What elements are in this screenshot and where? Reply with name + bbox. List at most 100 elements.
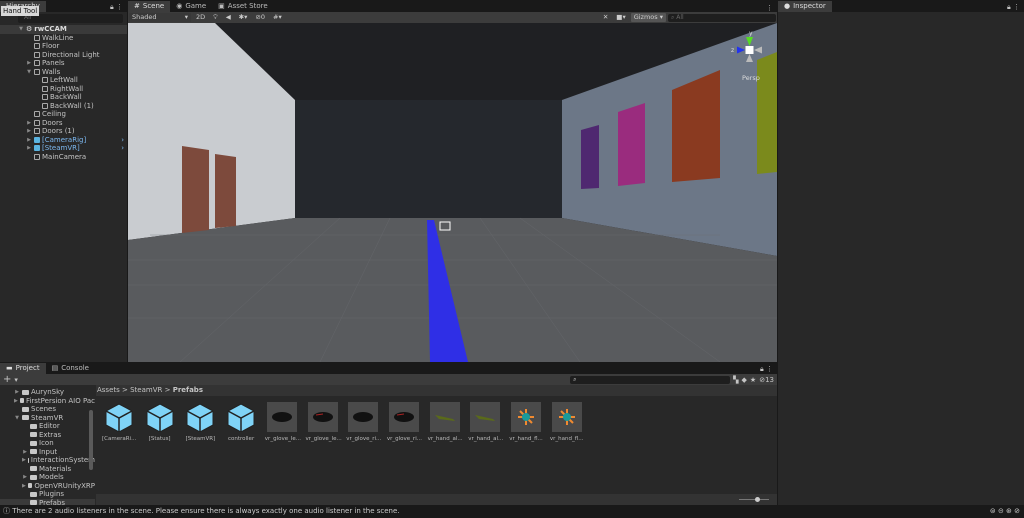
- hierarchy-item[interactable]: WalkLine: [0, 34, 127, 43]
- folder-item[interactable]: Editor: [0, 422, 95, 431]
- hierarchy-item[interactable]: ▶ [CameraRig] ›: [0, 136, 127, 145]
- folder-item[interactable]: Materials: [0, 465, 95, 474]
- expand-arrow[interactable]: ▶: [26, 59, 32, 68]
- audio-icon[interactable]: ◀︎: [222, 13, 234, 22]
- hierarchy-item[interactable]: Ceiling: [0, 110, 127, 119]
- effects-icon[interactable]: ✱▾: [235, 13, 251, 22]
- hierarchy-item[interactable]: ▶ Doors (1): [0, 127, 127, 136]
- lock-icon[interactable]: 🔒︎ ⋮: [110, 3, 127, 12]
- expand-arrow[interactable]: ▼: [14, 414, 20, 423]
- folder-item[interactable]: ▶ Input: [0, 448, 95, 457]
- folder-item[interactable]: Extras: [0, 431, 95, 440]
- tools-icon[interactable]: ✕: [599, 13, 612, 22]
- asset-item[interactable]: vr_glove_ri...: [387, 402, 422, 442]
- hierarchy-item[interactable]: BackWall: [0, 93, 127, 102]
- projection-label[interactable]: Persp: [742, 74, 760, 82]
- asset-item[interactable]: controller: [224, 402, 258, 442]
- expand-arrow[interactable]: ▶: [26, 119, 32, 128]
- item-label: BackWall (1): [50, 101, 94, 110]
- add-button[interactable]: +: [3, 374, 11, 385]
- folder-icon: ▬: [6, 364, 13, 372]
- hierarchy-item[interactable]: BackWall (1): [0, 102, 127, 111]
- folder-item[interactable]: ▶ InteractionSystem: [0, 456, 95, 465]
- asset-item[interactable]: vr_glove_ri...: [346, 402, 381, 442]
- expand-arrow[interactable]: ▶: [14, 388, 20, 397]
- asset-item[interactable]: vr_hand_fl...: [509, 402, 543, 442]
- hierarchy-item[interactable]: Directional Light: [0, 51, 127, 60]
- expand-arrow[interactable]: ▼: [26, 68, 32, 77]
- status-message[interactable]: There are 2 audio listeners in the scene…: [12, 507, 399, 515]
- asset-item[interactable]: [Status]: [143, 402, 177, 442]
- shading-dropdown[interactable]: Shaded ▾: [129, 13, 191, 22]
- tab-inspector[interactable]: ● Inspector: [778, 1, 832, 12]
- scene-viewport[interactable]: y z Persp: [128, 23, 777, 362]
- lock-icon[interactable]: 🔒︎ ⋮: [760, 365, 777, 374]
- filter-label-icon[interactable]: ◆: [742, 376, 747, 384]
- gameobject-icon: [42, 94, 48, 101]
- tab-scene[interactable]: # Scene: [128, 1, 171, 12]
- camera-icon[interactable]: ■▾: [613, 13, 629, 22]
- expand-arrow[interactable]: ▶: [22, 456, 26, 465]
- scene-search[interactable]: ⌕ All: [668, 13, 776, 22]
- grid-toggle-icon[interactable]: #▾: [270, 13, 285, 22]
- scene-root[interactable]: ▼ ⚙ rwCCAM: [0, 25, 127, 34]
- hierarchy-item[interactable]: ▶ [SteamVR] ›: [0, 144, 127, 153]
- asset-item[interactable]: vr_hand_fl...: [550, 402, 584, 442]
- folder-item[interactable]: Scenes: [0, 405, 95, 414]
- tab-console[interactable]: ▤ Console: [46, 363, 95, 374]
- asset-item[interactable]: [SteamVR]: [183, 402, 217, 442]
- expand-arrow[interactable]: ▶: [26, 136, 32, 145]
- hierarchy-item[interactable]: MainCamera: [0, 153, 127, 162]
- tab-project[interactable]: ▬ Project: [0, 363, 46, 374]
- project-search[interactable]: ⌕: [570, 375, 731, 384]
- hierarchy-item[interactable]: ▶ Doors: [0, 119, 127, 128]
- expand-arrow[interactable]: ▶: [26, 144, 32, 153]
- expand-arrow[interactable]: ▶: [22, 448, 28, 457]
- gizmos-dropdown[interactable]: Gizmos ▾: [630, 13, 666, 22]
- breadcrumb-item[interactable]: SteamVR: [130, 386, 162, 394]
- chevron-right-icon[interactable]: ›: [121, 144, 127, 153]
- tab-asset-store[interactable]: ▣ Asset Store: [212, 1, 274, 12]
- lock-icon[interactable]: 🔒︎ ⋮: [1007, 3, 1024, 12]
- favorite-icon[interactable]: ★: [750, 376, 756, 384]
- chevron-right-icon[interactable]: ›: [121, 136, 127, 145]
- asset-item[interactable]: vr_hand_al...: [468, 402, 503, 442]
- breadcrumb-item[interactable]: Assets: [97, 386, 120, 394]
- folder-icon: [22, 389, 29, 395]
- expand-arrow[interactable]: ▶: [22, 482, 26, 491]
- filter-type-icon[interactable]: ▚: [733, 376, 738, 384]
- asset-item[interactable]: vr_hand_al...: [428, 402, 463, 442]
- hierarchy-item[interactable]: ▶ Panels: [0, 59, 127, 68]
- expand-arrow[interactable]: ▶: [14, 397, 18, 406]
- hierarchy-item[interactable]: Floor: [0, 42, 127, 51]
- asset-item[interactable]: [CameraRi...: [102, 402, 136, 442]
- folder-item[interactable]: ▶ Models: [0, 473, 95, 482]
- folder-scrollbar[interactable]: [89, 410, 93, 470]
- asset-item[interactable]: vr_glove_le...: [306, 402, 342, 442]
- tab-game[interactable]: ◉ Game: [170, 1, 212, 12]
- visibility-toggle[interactable]: ⊘0: [252, 13, 269, 22]
- folder-item[interactable]: ▶ FirstPersion AIO Pac: [0, 397, 95, 406]
- hidden-packages-toggle[interactable]: ⊘13: [759, 376, 774, 384]
- folder-item[interactable]: Icon: [0, 439, 95, 448]
- hierarchy-item[interactable]: LeftWall: [0, 76, 127, 85]
- info-icon: ●: [784, 2, 791, 10]
- folder-item[interactable]: Plugins: [0, 490, 95, 499]
- panel-purple: [581, 125, 599, 189]
- expand-arrow[interactable]: ▼: [18, 25, 24, 34]
- folder-item[interactable]: ▶ AurynSky: [0, 388, 95, 397]
- folder-item[interactable]: ▼ SteamVR: [0, 414, 95, 423]
- asset-item[interactable]: vr_glove_le...: [265, 402, 301, 442]
- gamepad-icon: ◉: [176, 2, 183, 10]
- thumbnail-size-slider[interactable]: [739, 497, 769, 502]
- breadcrumb-item[interactable]: Prefabs: [173, 386, 203, 394]
- hierarchy-item[interactable]: RightWall: [0, 85, 127, 94]
- hierarchy-item[interactable]: ▼ Walls: [0, 68, 127, 77]
- expand-arrow[interactable]: ▶: [22, 473, 28, 482]
- lighting-icon[interactable]: 💡︎: [210, 13, 221, 22]
- expand-arrow[interactable]: ▶: [26, 127, 32, 136]
- 2d-toggle[interactable]: 2D: [193, 13, 209, 22]
- item-label: RightWall: [50, 84, 84, 93]
- more-icon[interactable]: ⋮: [766, 4, 777, 12]
- folder-item[interactable]: ▶ OpenVRUnityXRP: [0, 482, 95, 491]
